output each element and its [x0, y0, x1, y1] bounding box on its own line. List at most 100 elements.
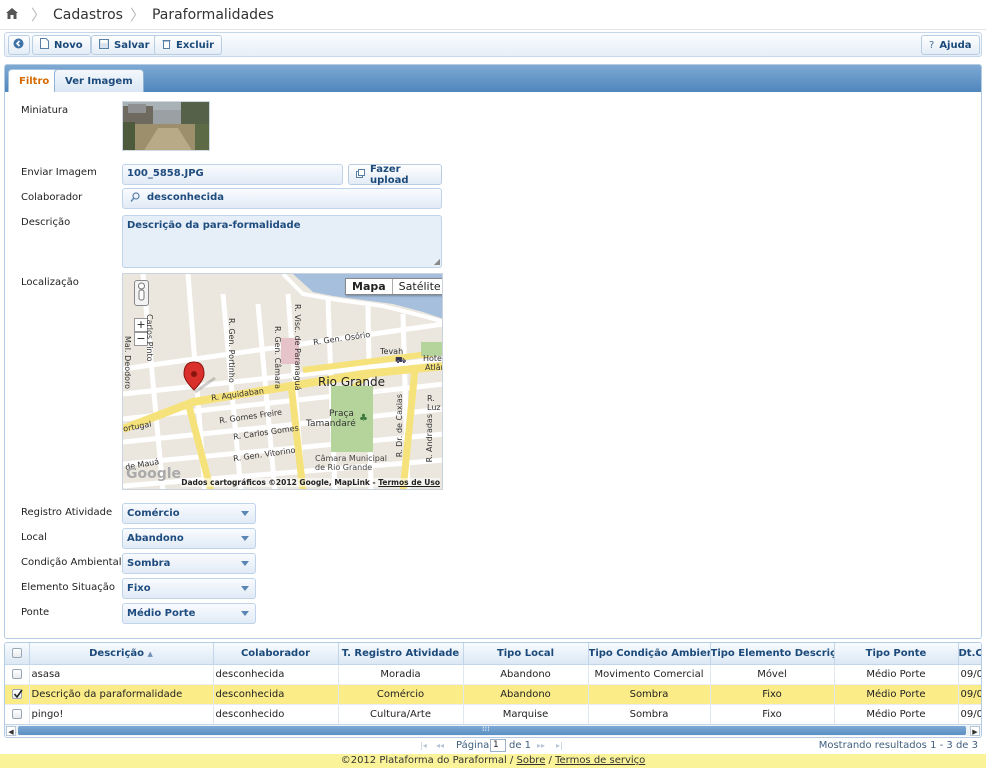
chevron-down-icon [241, 511, 249, 516]
map-canvas [123, 274, 442, 489]
ponte-value: Médio Porte [127, 608, 196, 619]
sobre-link[interactable]: Sobre [516, 755, 545, 766]
ajuda-button[interactable]: ? Ajuda [921, 35, 980, 55]
registro-atividade-select[interactable]: Comércio [122, 503, 256, 524]
street-view-pegman-icon[interactable] [134, 280, 149, 306]
sort-ascending-icon: ▲ [147, 649, 153, 658]
column-header-registro[interactable]: T. Registro Atividade [338, 643, 464, 665]
breadcrumb-separator: 〉 [129, 6, 145, 24]
enviar-imagem-label: Enviar Imagem [21, 167, 97, 178]
tab-ver-imagem[interactable]: Ver Imagem [54, 69, 144, 92]
cell-data: 09/08 [958, 704, 981, 725]
satelite-button[interactable]: Satélite [393, 279, 442, 294]
chevron-down-icon [241, 586, 249, 591]
cell-colaborador: desconhecida [213, 664, 339, 685]
scroll-left-icon[interactable]: ◀ [6, 726, 16, 736]
results-grid: Descrição ▲ Colaborador T. Registro Ativ… [4, 642, 982, 738]
terms-of-use-link[interactable]: Termos de Uso [378, 478, 440, 487]
cell-data: 09/08 [958, 684, 981, 705]
table-row-selected[interactable]: Descrição da paraformalidade desconhecid… [5, 684, 981, 705]
footer-copyright: ©2012 Plataforma do Paraformal / [340, 755, 517, 766]
tab-bar: Filtro Ver Imagem [5, 65, 981, 92]
horizontal-scrollbar[interactable]: ◀ ⁞⁞⁞ ▶ [5, 724, 981, 736]
breadcrumb-paraformalidades: Paraformalidades [151, 6, 274, 23]
select-all-header[interactable] [5, 643, 30, 665]
select-all-checkbox[interactable] [11, 647, 22, 658]
elemento-situacao-select[interactable]: Fixo [122, 578, 256, 599]
excluir-button[interactable]: Excluir [154, 35, 223, 55]
resize-grip-icon[interactable]: ◢ [434, 257, 440, 266]
colaborador-field[interactable]: desconhecida [122, 188, 442, 209]
table-row[interactable]: asasa desconhecida Moradia Abandono Movi… [5, 664, 981, 685]
back-button[interactable] [8, 35, 30, 55]
home-icon[interactable] [0, 7, 24, 22]
condicao-ambiental-label: Condição Ambiental [21, 557, 122, 568]
cell-condicao: Sombra [588, 684, 711, 705]
fazer-upload-button[interactable]: Fazer upload [348, 164, 442, 186]
row-select-cell[interactable] [5, 664, 30, 685]
map-street-label: R. Gen. Portinho [227, 318, 236, 383]
location-map[interactable]: Mapa Satélite + − Rio Grande R. Aquidaba… [122, 273, 443, 490]
column-header-tipo-local[interactable]: Tipo Local [463, 643, 589, 665]
scrollbar-thumb[interactable]: ⁞⁞⁞ [18, 724, 966, 735]
column-header-data[interactable]: Dt.C [958, 643, 981, 665]
ponte-select[interactable]: Médio Porte [122, 603, 256, 624]
descricao-value: Descrição da para-formalidade [127, 220, 301, 231]
termos-de-servico-link[interactable]: Termos de serviço [555, 755, 645, 766]
novo-button[interactable]: Novo [32, 35, 91, 55]
row-select-cell[interactable] [5, 704, 30, 725]
registro-value: Comércio [127, 508, 180, 519]
column-header-descricao[interactable]: Descrição ▲ [29, 643, 214, 665]
page-number-input[interactable]: 1 [490, 739, 506, 752]
last-page-icon[interactable]: ▸| [556, 741, 563, 750]
local-select[interactable]: Abandono [122, 528, 256, 549]
map-place-label: Câmara Municipal [315, 454, 388, 463]
column-header-elemento[interactable]: Tipo Elemento Descrição [710, 643, 835, 665]
next-page-icon[interactable]: ▸▸ [537, 741, 545, 750]
footer: ©2012 Plataforma do Paraformal / Sobre /… [0, 754, 986, 768]
column-header-colaborador[interactable]: Colaborador [213, 643, 339, 665]
row-checkbox[interactable] [11, 708, 22, 719]
breadcrumb: 〉 Cadastros 〉 Paraformalidades [0, 0, 986, 30]
novo-label: Novo [54, 39, 83, 51]
ajuda-label: Ajuda [939, 39, 972, 51]
thumbnail-image[interactable] [122, 101, 210, 151]
cell-registro: Moradia [338, 664, 464, 685]
salvar-button[interactable]: Salvar [91, 35, 158, 55]
row-select-cell[interactable] [5, 684, 30, 705]
first-page-icon[interactable]: |◂ [420, 741, 427, 750]
row-checkbox-checked[interactable] [11, 688, 23, 699]
cell-elemento: Fixo [710, 704, 835, 725]
cell-ponte: Médio Porte [834, 704, 959, 725]
map-type-control: Mapa Satélite [345, 278, 442, 295]
map-place-label: Tevah [380, 347, 404, 356]
chevron-down-icon [241, 536, 249, 541]
map-attribution: Dados cartográficos ©2012 Google, MapLin… [181, 478, 440, 487]
toolbar: Novo Salvar Excluir ? Ajuda [4, 32, 982, 57]
cell-colaborador: desconhecida [213, 684, 339, 705]
scroll-right-icon[interactable]: ▶ [970, 726, 980, 736]
tab-filtro[interactable]: Filtro [8, 69, 61, 92]
row-checkbox[interactable] [11, 668, 22, 679]
column-header-condicao[interactable]: Tipo Condição Ambiental [588, 643, 711, 665]
column-header-ponte[interactable]: Tipo Ponte [834, 643, 959, 665]
table-header-row: Descrição ▲ Colaborador T. Registro Ativ… [5, 643, 981, 665]
cell-descricao: pingo! [29, 704, 214, 725]
search-icon [130, 192, 140, 206]
prev-page-icon[interactable]: ◂◂ [436, 741, 444, 750]
pagina-label: Página [456, 740, 490, 751]
image-file-field[interactable]: 100_5858.JPG [122, 164, 343, 185]
tree-icon: ♣ [359, 413, 368, 424]
table-row[interactable]: pingo! desconhecido Cultura/Arte Marquis… [5, 704, 981, 725]
header-label: Descrição [89, 647, 144, 659]
mapa-button[interactable]: Mapa [346, 279, 393, 294]
cell-descricao: Descrição da paraformalidade [29, 684, 214, 705]
save-disk-icon [99, 38, 109, 52]
colaborador-label: Colaborador [21, 192, 83, 203]
condicao-ambiental-select[interactable]: Sombra [122, 553, 256, 574]
descricao-textarea[interactable]: Descrição da para-formalidade ◢ [122, 215, 442, 268]
breadcrumb-cadastros[interactable]: Cadastros [53, 7, 123, 23]
map-street-label: R. Luz [427, 394, 441, 412]
cell-elemento: Móvel [710, 664, 835, 685]
google-logo: Google [126, 466, 182, 482]
